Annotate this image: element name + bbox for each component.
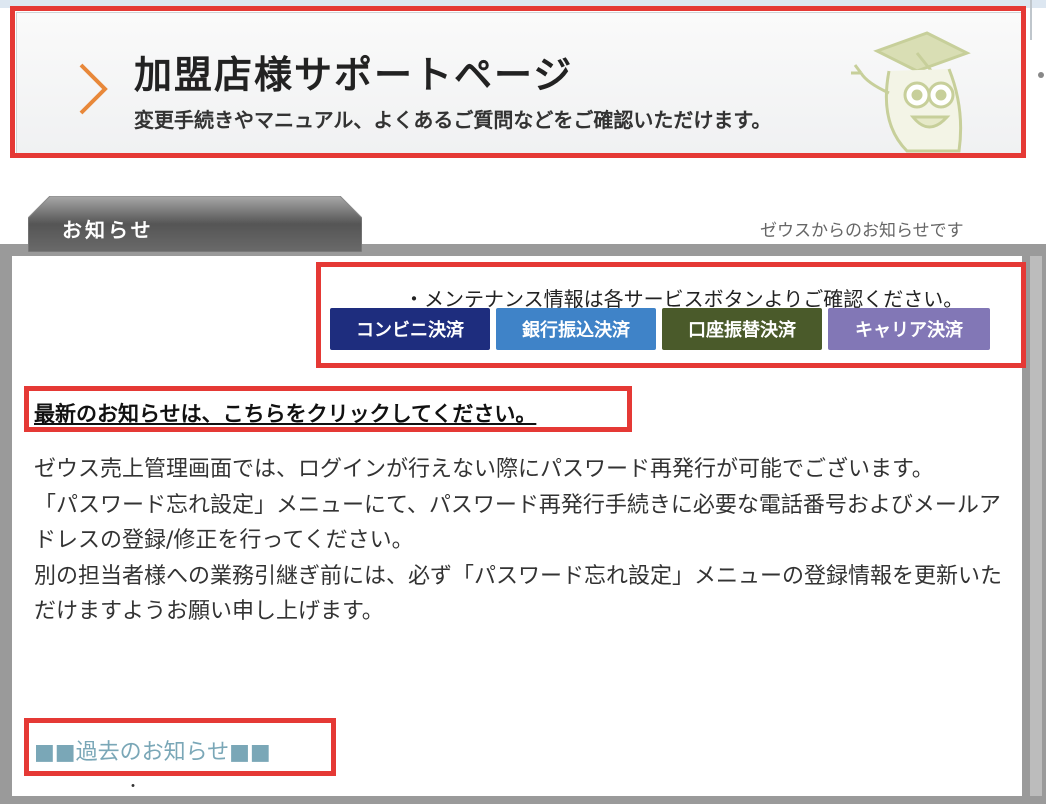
- news-body: ゼウス売上管理画面では、ログインが行えない際にパスワード再発行が可能でございます…: [34, 452, 1004, 630]
- news-tab-label: お知らせ: [62, 218, 154, 242]
- highlight-latest-link: [24, 386, 632, 432]
- side-dot: [1038, 72, 1044, 78]
- highlight-services: [316, 262, 1026, 368]
- news-panel-rail: [1030, 256, 1042, 796]
- news-paragraph: 別の担当者様への業務引継ぎ前には、必ず「パスワード忘れ設定」メニューの登録情報を…: [34, 563, 1003, 625]
- news-paragraph: 「パスワード忘れ設定」メニューにて、パスワード再発行手続きに必要な電話番号および…: [34, 492, 1001, 554]
- side-divider: [1030, 0, 1032, 40]
- highlight-banner: [10, 6, 1026, 158]
- list-bullet: ・: [126, 779, 140, 795]
- news-caption: ゼウスからのお知らせです: [760, 221, 964, 241]
- highlight-past-link: [24, 718, 336, 776]
- news-paragraph: ゼウス売上管理画面では、ログインが行えない際にパスワード再発行が可能でございます…: [34, 457, 934, 482]
